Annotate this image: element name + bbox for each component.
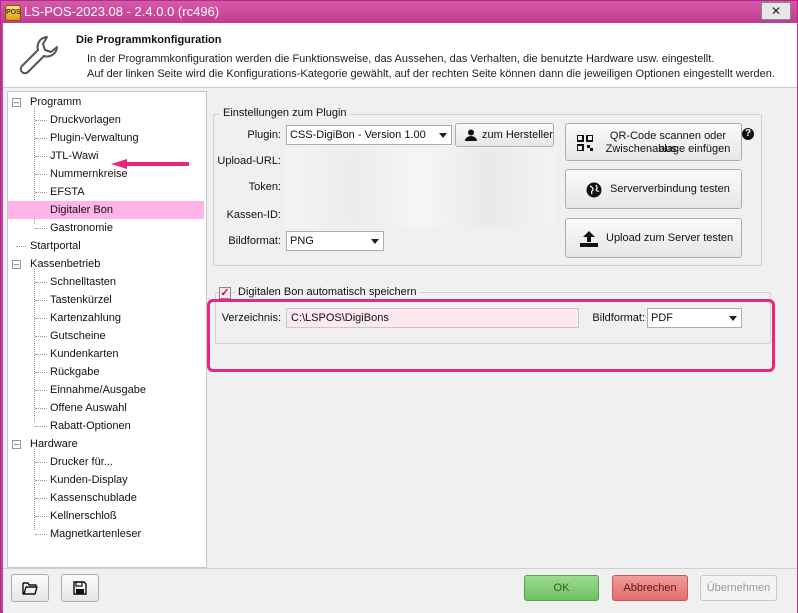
highlight-box — [207, 299, 775, 372]
tree-connector — [35, 462, 47, 463]
ok-button[interactable]: OK — [524, 575, 599, 601]
tree-group[interactable]: Startportal — [30, 237, 81, 255]
tree-connector — [35, 408, 47, 409]
tree-item[interactable]: Gastronomie — [48, 219, 115, 237]
tree-item[interactable]: Gutscheine — [48, 327, 108, 345]
kassen-id-label: Kassen-ID: — [226, 209, 281, 221]
tree-item[interactable]: EFSTA — [48, 183, 87, 201]
autosave-checkbox[interactable]: ✓ — [219, 287, 231, 299]
tree-group[interactable]: Programm — [30, 93, 81, 111]
folder-open-icon — [22, 582, 38, 595]
autosave-checkbox-label: Digitalen Bon automatisch speichern — [235, 286, 420, 298]
tree-connector — [35, 390, 47, 391]
floppy-disk-icon — [73, 581, 87, 595]
tree-item[interactable]: JTL-Wawi — [48, 147, 100, 165]
wrench-icon — [19, 36, 58, 75]
close-button[interactable]: ✕ — [761, 2, 791, 20]
plugin-settings-legend: Einstellungen zum Plugin — [220, 107, 350, 119]
tree-connector — [35, 282, 47, 283]
window-title: LS-POS-2023.08 - 2.4.0.0 (rc496) — [24, 4, 220, 19]
user-icon — [465, 129, 477, 141]
tree-item[interactable]: Kartenzahlung — [48, 309, 123, 327]
redacted-credentials — [286, 149, 556, 227]
chevron-down-icon — [371, 239, 379, 244]
tree-item[interactable]: Kundenkarten — [48, 345, 121, 363]
tree-connector — [35, 228, 47, 229]
dialog-body: Die Programmkonfiguration In der Program… — [3, 23, 797, 613]
plugin-label: Plugin: — [247, 129, 281, 141]
tree-item[interactable]: Rückgabe — [48, 363, 102, 381]
token-label: Token: — [248, 181, 281, 193]
manufacturer-button[interactable]: zum Hersteller — [455, 123, 554, 147]
tree-item[interactable]: Einnahme/Ausgabe — [48, 381, 148, 399]
manufacturer-button-label: zum Hersteller — [482, 129, 553, 141]
bildformat-select[interactable]: PNG — [286, 231, 384, 251]
tree-group[interactable]: Hardware — [30, 435, 78, 453]
collapse-icon[interactable]: – — [12, 440, 21, 449]
pink-arrow-icon — [111, 159, 189, 169]
tree-connector — [35, 480, 47, 481]
bildformat-select-value: PNG — [290, 235, 314, 247]
title-bar[interactable]: POS LS-POS-2023.08 - 2.4.0.0 (rc496) ✕ — [1, 1, 797, 23]
upload-icon — [580, 231, 598, 247]
open-button[interactable] — [11, 574, 49, 602]
collapse-icon[interactable]: – — [12, 98, 21, 107]
tree-connector — [35, 192, 47, 193]
tree-connector — [16, 246, 26, 247]
tree-connector — [35, 354, 47, 355]
qr-code-icon — [577, 135, 593, 151]
tree-item[interactable]: Plugin-Verwaltung — [48, 129, 141, 147]
upload-test-button[interactable]: Upload zum Server testen — [565, 218, 742, 258]
tree-item[interactable]: Kassenschublade — [48, 489, 139, 507]
tree-connector — [35, 372, 47, 373]
tree-item[interactable]: Kellnerschloß — [48, 507, 119, 525]
tree-item[interactable]: Kunden-Display — [48, 471, 130, 489]
tree-connector — [35, 516, 47, 517]
tree-item[interactable]: Drucker für... — [48, 453, 115, 471]
collapse-icon[interactable]: – — [12, 260, 21, 269]
tree-group[interactable]: Kassenbetrieb — [30, 255, 100, 273]
globe-icon — [586, 182, 602, 198]
upload-url-label: Upload-URL: — [217, 155, 281, 167]
apply-button[interactable]: Übernehmen — [700, 575, 777, 601]
qr-scan-button[interactable]: QR-Code scannen oder aus Zwischenablage … — [565, 123, 742, 161]
tree-connector — [35, 336, 47, 337]
qr-button-line2: Zwischenablage einfügen — [605, 143, 731, 155]
tree-item[interactable]: Tastenkürzel — [48, 291, 114, 309]
header-description-2: Auf der linken Seite wird die Konfigurat… — [87, 68, 775, 80]
tree-connector — [35, 498, 47, 499]
cancel-button[interactable]: Abbrechen — [612, 575, 688, 601]
tree-item[interactable]: Magnetkartenleser — [48, 525, 143, 543]
chevron-down-icon — [439, 133, 447, 138]
tree-connector — [35, 534, 47, 535]
tree-item[interactable]: Offene Auswahl — [48, 399, 129, 417]
tree-item[interactable]: Druckvorlagen — [48, 111, 123, 129]
tree-connector — [35, 426, 47, 427]
tree-connector — [35, 138, 47, 139]
header-description-1: In der Programmkonfiguration werden die … — [87, 53, 715, 65]
tree-item-selected[interactable]: Digitaler Bon — [8, 201, 204, 219]
server-test-label: Serververbindung testen — [610, 183, 730, 195]
plugin-select-value: CSS-DigiBon - Version 1.00 — [290, 129, 426, 141]
help-icon[interactable]: ? — [742, 128, 754, 140]
dialog-header: Die Programmkonfiguration In der Program… — [3, 23, 797, 88]
tree-item[interactable]: Rabatt-Optionen — [48, 417, 133, 435]
upload-test-label: Upload zum Server testen — [606, 232, 734, 244]
tree-connector — [34, 269, 35, 422]
server-test-button[interactable]: Serververbindung testen — [565, 169, 742, 209]
plugin-select[interactable]: CSS-DigiBon - Version 1.00 — [286, 125, 452, 145]
tree-connector — [35, 156, 47, 157]
dialog-footer: OK Abbrechen Übernehmen — [3, 568, 797, 613]
app-window: POS LS-POS-2023.08 - 2.4.0.0 (rc496) ✕ D… — [0, 0, 798, 613]
bildformat-label: Bildformat: — [228, 235, 281, 247]
tree-connector — [35, 174, 47, 175]
tree-item[interactable]: Schnelltasten — [48, 273, 118, 291]
tree-connector — [35, 318, 47, 319]
save-button[interactable] — [61, 574, 99, 602]
app-logo-icon: POS — [5, 5, 21, 21]
header-title: Die Programmkonfiguration — [76, 34, 222, 46]
tree-connector — [35, 120, 47, 121]
tree-connector — [35, 300, 47, 301]
